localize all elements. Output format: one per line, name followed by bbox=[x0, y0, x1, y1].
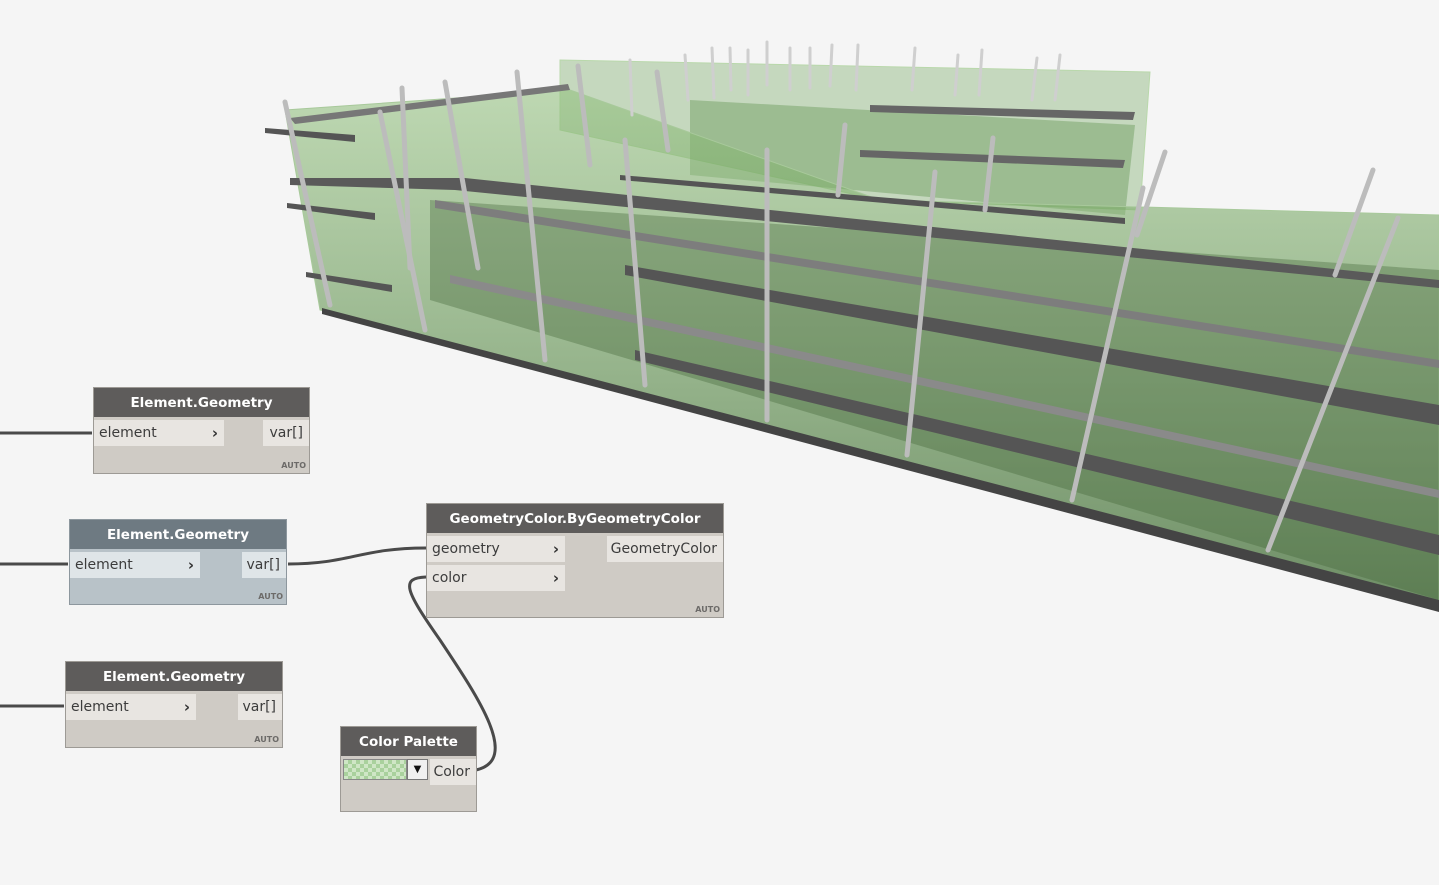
geometry-input-port[interactable]: geometry › bbox=[427, 536, 565, 562]
node-title[interactable]: Element.Geometry bbox=[66, 662, 282, 691]
chevron-right-icon: › bbox=[211, 424, 218, 442]
port-label: GeometryColor bbox=[610, 541, 717, 557]
lacing-label[interactable]: AUTO bbox=[281, 461, 306, 470]
element-input-port[interactable]: element › bbox=[66, 694, 196, 720]
node-title[interactable]: Element.Geometry bbox=[94, 388, 309, 417]
port-label: geometry bbox=[432, 541, 500, 557]
node-title[interactable]: GeometryColor.ByGeometryColor bbox=[427, 504, 723, 533]
chevron-right-icon: › bbox=[552, 569, 559, 587]
port-label: var[] bbox=[246, 557, 280, 573]
lacing-label[interactable]: AUTO bbox=[254, 735, 279, 744]
node-title[interactable]: Element.Geometry bbox=[70, 520, 286, 549]
geometrycolor-output-port[interactable]: GeometryColor bbox=[607, 536, 723, 562]
port-label: Color bbox=[433, 764, 470, 780]
lacing-label[interactable]: AUTO bbox=[258, 592, 283, 601]
color-swatch[interactable] bbox=[343, 759, 407, 780]
element-input-port[interactable]: element › bbox=[70, 552, 200, 578]
port-label: color bbox=[432, 570, 467, 586]
chevron-down-icon[interactable]: ▼ bbox=[407, 759, 428, 780]
port-label: element bbox=[71, 699, 129, 715]
color-input-port[interactable]: color › bbox=[427, 565, 565, 591]
var-output-port[interactable]: var[] bbox=[238, 694, 282, 720]
port-label: var[] bbox=[242, 699, 276, 715]
port-label: var[] bbox=[269, 425, 303, 441]
element-geometry-node-3[interactable]: Element.Geometry element › var[] AUTO bbox=[65, 661, 283, 748]
element-geometry-node-2[interactable]: Element.Geometry element › var[] AUTO bbox=[69, 519, 287, 605]
geometry-color-node[interactable]: GeometryColor.ByGeometryColor geometry ›… bbox=[426, 503, 724, 618]
var-output-port[interactable]: var[] bbox=[263, 420, 309, 446]
port-label: element bbox=[75, 557, 133, 573]
color-palette-node[interactable]: Color Palette ▼ Color bbox=[340, 726, 477, 812]
var-output-port[interactable]: var[] bbox=[242, 552, 286, 578]
port-label: element bbox=[99, 425, 157, 441]
color-output-port[interactable]: Color bbox=[430, 759, 476, 785]
lacing-label[interactable]: AUTO bbox=[695, 605, 720, 614]
element-input-port[interactable]: element › bbox=[94, 420, 224, 446]
element-geometry-node-1[interactable]: Element.Geometry element › var[] AUTO bbox=[93, 387, 310, 474]
chevron-right-icon: › bbox=[552, 540, 559, 558]
node-title[interactable]: Color Palette bbox=[341, 727, 476, 756]
chevron-right-icon: › bbox=[187, 556, 194, 574]
chevron-right-icon: › bbox=[183, 698, 190, 716]
